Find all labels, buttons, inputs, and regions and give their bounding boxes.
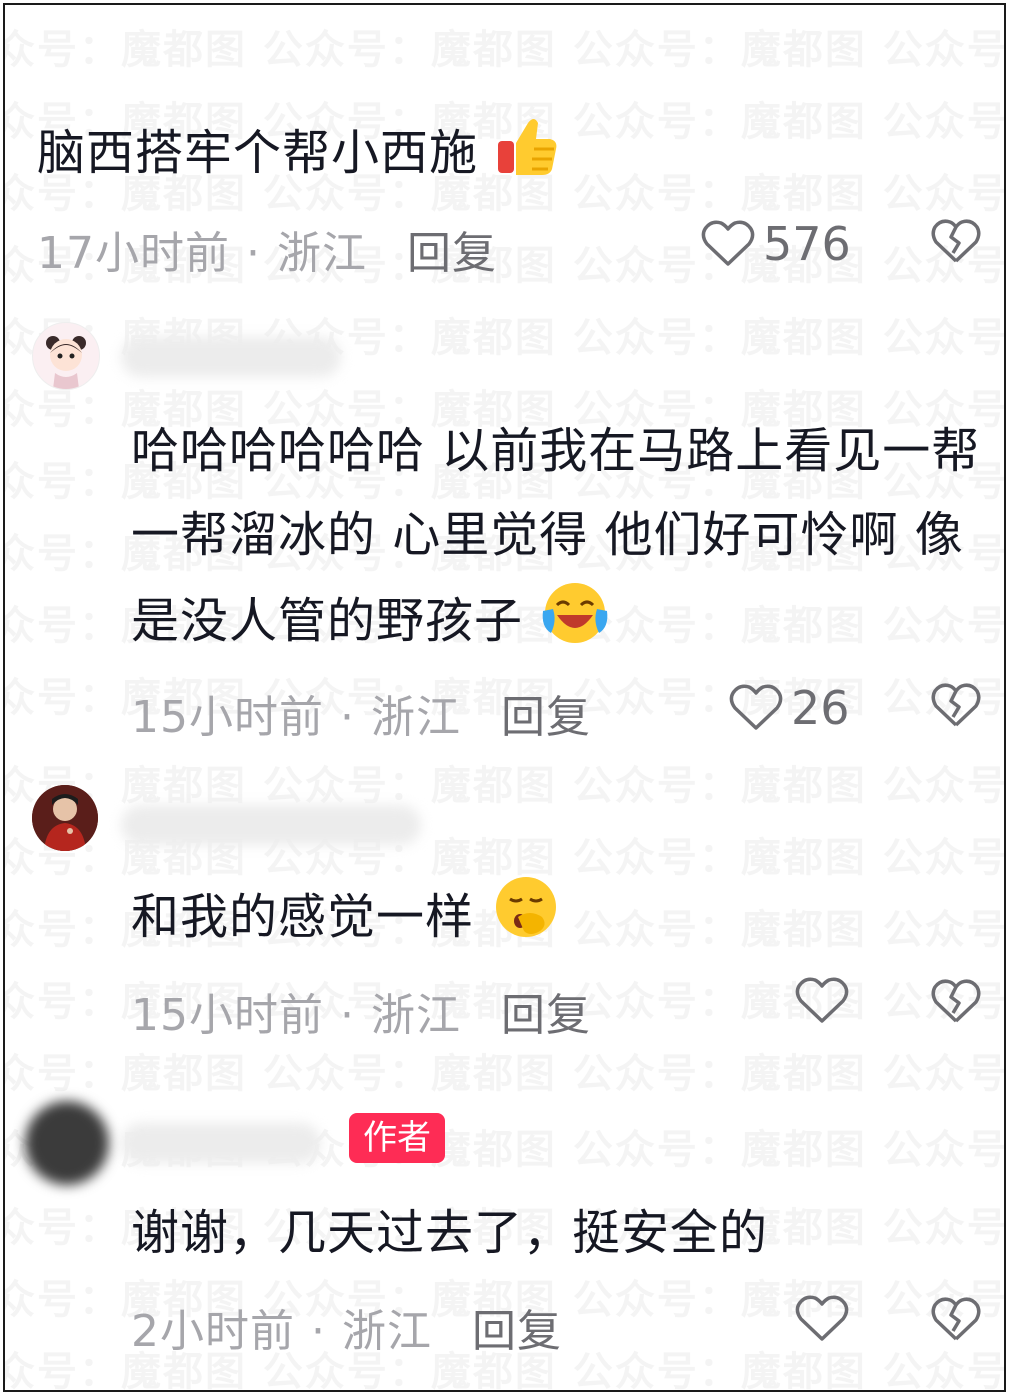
comment-time: 15小时前 — [131, 692, 324, 743]
thumbs-up-icon — [494, 113, 560, 205]
comment-location: 浙江 — [371, 990, 461, 1041]
comment-text-content: 脑西搭牢个帮小西施 — [37, 125, 479, 181]
heart-icon — [729, 684, 783, 730]
like-count: 26 — [791, 681, 850, 735]
like-button[interactable] — [795, 1295, 857, 1343]
broken-heart-icon — [931, 683, 981, 727]
broken-heart-icon — [931, 1297, 981, 1341]
comment-location: 浙江 — [277, 228, 367, 279]
comment-text: 谢谢，几天过去了，挺安全的 — [131, 1205, 769, 1261]
heart-icon — [795, 977, 849, 1023]
like-button[interactable]: 26 — [729, 681, 850, 735]
comment-time: 15小时前 — [131, 990, 324, 1041]
like-button[interactable] — [795, 977, 857, 1025]
comment-meta: 15小时前 · 浙江 回复 — [131, 990, 591, 1041]
comment-text: 哈哈哈哈哈哈 以前我在马路上看见一帮一帮溜冰的 心里觉得 他们好可怜啊 像是没人… — [131, 409, 991, 673]
dislike-button[interactable] — [931, 683, 981, 733]
avatar[interactable] — [32, 322, 100, 390]
author-badge: 作者 — [349, 1113, 445, 1163]
comment-meta: 2小时前 · 浙江 回复 — [131, 1306, 562, 1357]
dislike-button[interactable] — [931, 219, 981, 269]
comment-meta: 17小时前 · 浙江 回复 — [37, 228, 497, 279]
heart-icon — [795, 1295, 849, 1341]
avatar[interactable] — [32, 785, 98, 851]
comment-location: 浙江 — [342, 1306, 432, 1357]
comment-text: 脑西搭牢个帮小西施 — [37, 111, 937, 205]
watermark-text: 众号：魔都图 公众号：魔都图 公众号：魔都图 公众号：魔都图 — [5, 753, 1004, 811]
like-button[interactable]: 576 — [701, 217, 851, 271]
broken-heart-icon — [931, 219, 981, 263]
username-blurred[interactable] — [121, 805, 421, 845]
comment-location: 浙江 — [371, 692, 461, 743]
heart-icon — [701, 220, 755, 266]
reply-button[interactable]: 回复 — [407, 228, 497, 279]
like-count: 576 — [763, 217, 851, 271]
comment-time: 17小时前 — [37, 228, 230, 279]
username-blurred[interactable] — [121, 1123, 321, 1163]
watermark-text: 众号：魔都图 公众号：魔都图 公众号：魔都图 公众号：魔都图 — [5, 1041, 1004, 1099]
comment-meta: 15小时前 · 浙江 回复 — [131, 692, 591, 743]
watermark-text: 众号：魔都图 公众号：魔都图 公众号：魔都图 公众号：魔都图 — [5, 17, 1004, 75]
comment-time: 2小时前 — [131, 1306, 295, 1357]
reply-button[interactable]: 回复 — [501, 990, 591, 1041]
broken-heart-icon — [931, 979, 981, 1023]
yawning-icon — [490, 873, 560, 969]
crying-laughing-icon — [539, 577, 611, 673]
comment-text: 和我的感觉一样 — [131, 873, 991, 969]
reply-button[interactable]: 回复 — [501, 692, 591, 743]
username-blurred[interactable] — [121, 337, 341, 377]
avatar[interactable] — [25, 1101, 109, 1185]
comment-text-content: 和我的感觉一样 — [131, 889, 475, 945]
dislike-button[interactable] — [931, 1297, 981, 1347]
reply-button[interactable]: 回复 — [472, 1306, 562, 1357]
comment-list: 众号：魔都图 公众号：魔都图 公众号：魔都图 公众号：魔都图 众号：魔都图 公众… — [3, 3, 1006, 1392]
dislike-button[interactable] — [931, 979, 981, 1029]
